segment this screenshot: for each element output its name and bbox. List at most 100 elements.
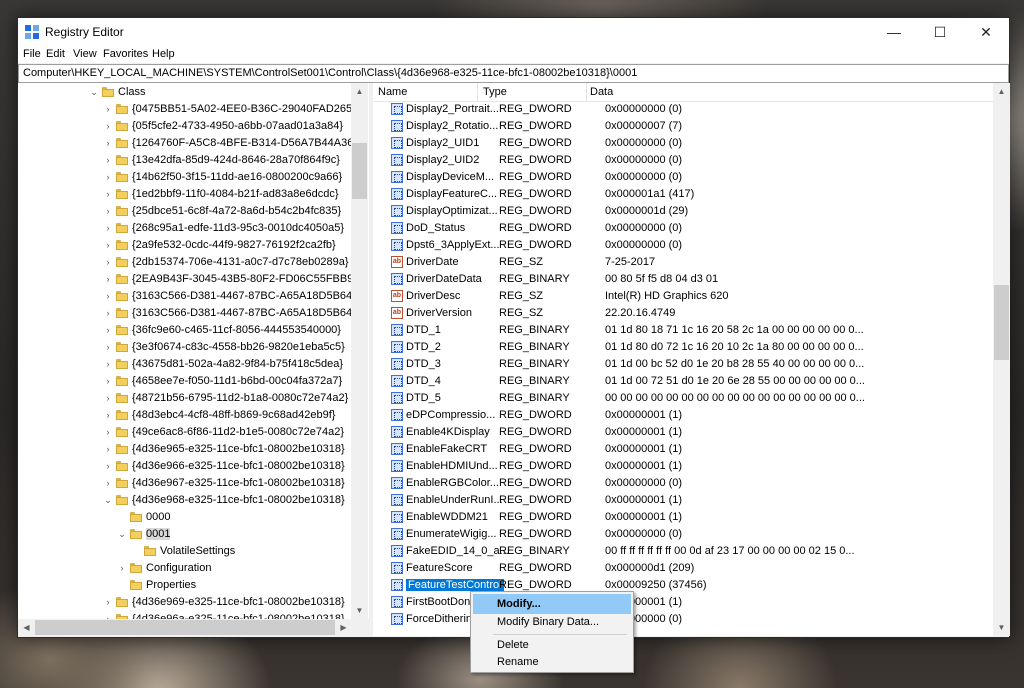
chevron-right-icon[interactable]: ›	[117, 563, 127, 573]
value-row[interactable]: DTD_3 REG_BINARY 01 1d 00 bc 52 d0 1e 20 b…	[373, 356, 993, 373]
key-tree-pane[interactable]: ⌄ Class › {0475BB51-5A02-4EE0-B36C-29040FAD…	[18, 83, 370, 620]
scroll-down-icon[interactable]: ▼	[351, 602, 368, 619]
maximize-button[interactable]: ☐	[917, 18, 963, 46]
chevron-right-icon[interactable]: ›	[103, 223, 113, 233]
value-row[interactable]: EnableUnderRunI... REG_DWORD 0x00000001 (1…	[373, 492, 993, 509]
tree-hscroll-thumb[interactable]	[35, 620, 335, 635]
value-row[interactable]: EnableWDDM21 REG_DWORD 0x00000001 (1)	[373, 509, 993, 526]
folder-icon	[116, 172, 128, 182]
chevron-right-icon[interactable]: ›	[103, 359, 113, 369]
value-row[interactable]: DisplayOptimizat... REG_DWORD 0x0000001d (…	[373, 203, 993, 220]
value-row[interactable]: EnableRGBColor... REG_DWORD 0x00000000 (0)	[373, 475, 993, 492]
tree-node-label: Class	[118, 86, 146, 98]
chevron-right-icon[interactable]: ›	[103, 342, 113, 352]
menu-item-modify-binary[interactable]: Modify Binary Data...	[473, 612, 631, 632]
values-scroll-thumb[interactable]	[994, 285, 1009, 360]
chevron-right-icon[interactable]: ›	[103, 410, 113, 420]
chevron-down-icon[interactable]: ⌄	[117, 529, 127, 539]
tree-vertical-scrollbar[interactable]: ▲ ▼	[351, 83, 368, 620]
chevron-right-icon[interactable]: ›	[103, 597, 113, 607]
chevron-right-icon[interactable]: ›	[103, 189, 113, 199]
value-row[interactable]: DisplayFeatureC... REG_DWORD 0x000001a1 (4…	[373, 186, 993, 203]
chevron-right-icon[interactable]: ›	[103, 138, 113, 148]
value-row[interactable]: FeatureScore REG_DWORD 0x000000d1 (209)	[373, 560, 993, 577]
value-row[interactable]: ab DriverVersion REG_SZ 22.20.16.4749	[373, 305, 993, 322]
chevron-right-icon[interactable]: ›	[103, 274, 113, 284]
chevron-right-icon[interactable]: ›	[103, 257, 113, 267]
value-row[interactable]: EnumerateWigig... REG_DWORD 0x00000000 (0)	[373, 526, 993, 543]
value-row[interactable]: EnableFakeCRT REG_DWORD 0x00000001 (1)	[373, 441, 993, 458]
binary-value-icon	[391, 460, 403, 472]
chevron-right-icon[interactable]: ›	[103, 461, 113, 471]
chevron-right-icon[interactable]: ›	[103, 206, 113, 216]
value-row[interactable]: Display2_UID2 REG_DWORD 0x00000000 (0)	[373, 152, 993, 169]
address-bar[interactable]: Computer\HKEY_LOCAL_MACHINE\SYSTEM\Contr…	[18, 64, 1009, 83]
column-type-header[interactable]: Type	[483, 86, 507, 98]
minimize-button[interactable]: —	[871, 18, 917, 46]
value-row[interactable]: Dpst6_3ApplyExt... REG_DWORD 0x00000000 (0…	[373, 237, 993, 254]
value-row[interactable]: DTD_4 REG_BINARY 01 1d 00 72 51 d0 1e 20 6…	[373, 373, 993, 390]
value-row[interactable]: ab DriverDate REG_SZ 7-25-2017	[373, 254, 993, 271]
value-row[interactable]: ab DriverDesc REG_SZ Intel(R) HD Graphics 6…	[373, 288, 993, 305]
column-divider[interactable]	[477, 83, 478, 101]
chevron-right-icon[interactable]: ›	[103, 155, 113, 165]
chevron-right-icon[interactable]: ›	[103, 325, 113, 335]
tree-node-label: {13e42dfa-85d9-424d-8646-28a70f864f9c}	[132, 154, 340, 166]
value-row[interactable]: Display2_Portrait... REG_DWORD 0x00000000 …	[373, 101, 993, 118]
chevron-right-icon[interactable]: ›	[103, 121, 113, 131]
value-row[interactable]: ForceDitheringEn...REG_DWORD0x00000000 (…	[373, 611, 993, 628]
value-row[interactable]: EnableHDMIUnd... REG_DWORD 0x00000001 (1)	[373, 458, 993, 475]
value-row[interactable]: DoD_Status REG_DWORD 0x00000000 (0)	[373, 220, 993, 237]
chevron-right-icon[interactable]: ›	[103, 240, 113, 250]
value-row[interactable]: DTD_5 REG_BINARY 00 00 00 00 00 00 00 00 0…	[373, 390, 993, 407]
value-row[interactable]: DTD_2 REG_BINARY 01 1d 80 d0 72 1c 16 20 1…	[373, 339, 993, 356]
value-name: Display2_Rotatio...	[406, 120, 510, 132]
chevron-right-icon[interactable]: ›	[103, 104, 113, 114]
value-name-text: DTD_5	[406, 392, 441, 404]
chevron-right-icon[interactable]: ›	[103, 308, 113, 318]
menu-item-rename[interactable]: Rename	[473, 652, 631, 672]
value-row[interactable]: DriverDateData REG_BINARY 00 80 5f f5 d8 0…	[373, 271, 993, 288]
menu-edit[interactable]: Edit	[46, 48, 65, 60]
chevron-right-icon[interactable]: ›	[103, 291, 113, 301]
column-name-header[interactable]: Name	[378, 86, 407, 98]
value-row[interactable]: Display2_Rotatio... REG_DWORD 0x00000007 (…	[373, 118, 993, 135]
tree-horizontal-scrollbar[interactable]: ◀ ▶	[18, 619, 369, 636]
chevron-right-icon[interactable]: ›	[103, 376, 113, 386]
value-row[interactable]: FakeEDID_14_0_a... REG_BINARY 00 ff ff ff …	[373, 543, 993, 560]
value-row[interactable]: eDPCompressio... REG_DWORD 0x00000001 (1)	[373, 407, 993, 424]
chevron-down-icon[interactable]: ⌄	[103, 495, 113, 505]
title-bar[interactable]: Registry Editor — ☐ ✕	[18, 18, 1009, 46]
menu-favorites[interactable]: Favorites	[103, 48, 148, 60]
value-row[interactable]: Enable4KDisplay REG_DWORD 0x00000001 (1)	[373, 424, 993, 441]
value-name: DriverVersion	[406, 307, 510, 319]
values-vertical-scrollbar[interactable]: ▲ ▼	[993, 83, 1010, 636]
value-row[interactable]: DisplayDeviceM... REG_DWORD 0x00000000 (0)	[373, 169, 993, 186]
chevron-right-icon[interactable]: ›	[103, 444, 113, 454]
column-data-header[interactable]: Data	[590, 86, 613, 98]
value-row[interactable]: DTD_1 REG_BINARY 01 1d 80 18 71 1c 16 20 5…	[373, 322, 993, 339]
value-type: REG_DWORD	[499, 171, 572, 183]
value-row[interactable]: Display2_UID1 REG_DWORD 0x00000000 (0)	[373, 135, 993, 152]
close-button[interactable]: ✕	[963, 18, 1009, 46]
menu-view[interactable]: View	[73, 48, 97, 60]
binary-value-icon	[391, 171, 403, 183]
menu-item-modify[interactable]: Modify...	[473, 594, 631, 614]
tree-scroll-thumb[interactable]	[352, 143, 367, 199]
value-row[interactable]: FeatureTestControl REG_DWORD 0x00009250 (3…	[373, 577, 993, 594]
chevron-right-icon[interactable]: ›	[103, 172, 113, 182]
menu-file[interactable]: File	[23, 48, 41, 60]
chevron-down-icon[interactable]: ⌄	[89, 87, 99, 97]
chevron-right-icon[interactable]: ›	[103, 478, 113, 488]
scroll-up-icon[interactable]: ▲	[993, 83, 1010, 100]
scroll-down-icon[interactable]: ▼	[993, 619, 1010, 636]
value-row[interactable]: FirstBootDoneREG_DWORD0x00000001 (1)	[373, 594, 993, 611]
chevron-right-icon[interactable]: ›	[103, 393, 113, 403]
scroll-left-icon[interactable]: ◀	[18, 619, 35, 636]
scroll-right-icon[interactable]: ▶	[335, 619, 352, 636]
chevron-right-icon[interactable]: ›	[103, 427, 113, 437]
values-list-pane[interactable]: Name Type Data Display2_Portrait... REG_D…	[373, 83, 993, 636]
column-divider[interactable]	[586, 83, 587, 101]
scroll-up-icon[interactable]: ▲	[351, 83, 368, 100]
menu-help[interactable]: Help	[152, 48, 175, 60]
